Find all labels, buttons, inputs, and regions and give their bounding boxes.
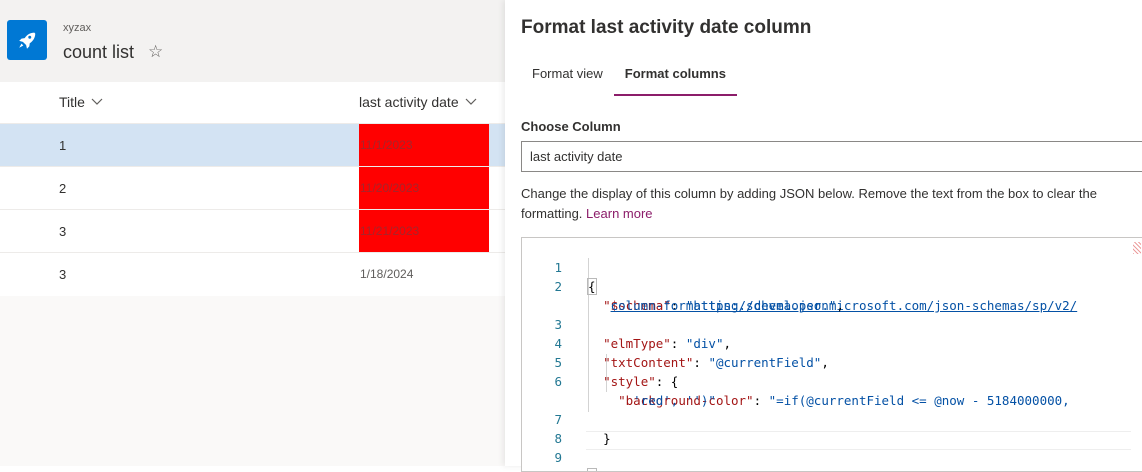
code-text: { [587, 278, 597, 295]
cell-last-activity-date: 1/18/2024 [360, 267, 414, 281]
schema-link[interactable]: column-formatting.schema.json [611, 298, 829, 313]
list-grid: Title last activity date 1 11/1/2023 2 1… [0, 82, 505, 296]
table-row[interactable]: 3 1/18/2024 [0, 253, 505, 295]
minimap-icon [1133, 242, 1141, 254]
code-line: 6 "background-color": "=if(@currentField… [522, 353, 1069, 408]
code-line: 8 [522, 410, 567, 446]
table-row[interactable]: 2 11/20/2023 [0, 167, 505, 210]
cell-title: 2 [59, 181, 67, 196]
chevron-down-icon [465, 98, 477, 106]
site-logo[interactable] [7, 20, 47, 60]
rocket-icon [19, 32, 36, 49]
list-area: xyzax count list ☆ Title last activity d… [0, 0, 505, 466]
favorite-star-icon[interactable]: ☆ [148, 42, 163, 62]
code-text: "elmType": "div", [603, 336, 732, 351]
cell-title: 3 [59, 224, 67, 239]
code-text: } [603, 431, 611, 446]
panel-title: Format last activity date column [521, 17, 812, 38]
table-row[interactable]: 3 11/21/2023 [0, 210, 505, 253]
panel-tabs: Format view Format columns [521, 62, 738, 96]
code-line: 9 } [522, 429, 597, 471]
code-text: column-formatting.schema.json", [610, 298, 844, 313]
learn-more-link[interactable]: Learn more [586, 206, 652, 221]
cell-title: 3 [59, 267, 67, 282]
cell-last-activity-date: 11/21/2023 [359, 210, 489, 252]
code-line: 2 "$schema": "https://developer.microsof… [522, 258, 1077, 313]
column-header-last-activity-date[interactable]: last activity date [359, 94, 477, 110]
description-text: Change the display of this column by add… [521, 184, 1142, 224]
current-line-highlight [586, 431, 1131, 450]
code-text: "style": { [603, 374, 679, 389]
choose-column-dropdown[interactable]: last activity date [521, 141, 1142, 172]
column-header-title[interactable]: Title [59, 94, 103, 110]
code-line: 1 { [522, 239, 597, 295]
grid-header: Title last activity date [0, 82, 505, 124]
code-line: 3 "elmType": "div", [522, 296, 731, 351]
tab-format-columns[interactable]: Format columns [613, 62, 738, 96]
site-name[interactable]: xyzax [63, 22, 91, 34]
chevron-down-icon [91, 98, 103, 106]
cell-last-activity-date: 11/1/2023 [359, 124, 489, 166]
format-column-panel: Format last activity date column Format … [505, 0, 1142, 472]
list-title: count list [63, 42, 135, 62]
json-code-editor[interactable]: 1 { 2 "$schema": "https://developer.micr… [521, 237, 1142, 472]
column-header-label: Title [59, 94, 85, 110]
code-line: column-formatting.schema.json", [522, 277, 844, 313]
tab-format-view[interactable]: Format view [521, 62, 614, 96]
code-text: "txtContent": "@currentField", [603, 355, 829, 370]
cell-last-activity-date: 11/20/2023 [359, 167, 489, 209]
line-number: 9 [554, 450, 562, 465]
code-line: 4 "txtContent": "@currentField", [522, 315, 828, 370]
table-row[interactable]: 1 11/1/2023 [0, 124, 505, 167]
site-header: xyzax count list ☆ [0, 0, 505, 82]
choose-column-label: Choose Column [521, 119, 621, 134]
code-line: 'red', '')" [522, 372, 716, 408]
code-line: 7 } [522, 391, 610, 446]
code-text: } [587, 467, 597, 471]
code-text: 'red', '')" [633, 393, 716, 408]
code-line: 5 "style": { [522, 334, 678, 389]
column-header-label: last activity date [359, 94, 459, 110]
cell-title: 1 [59, 138, 67, 153]
